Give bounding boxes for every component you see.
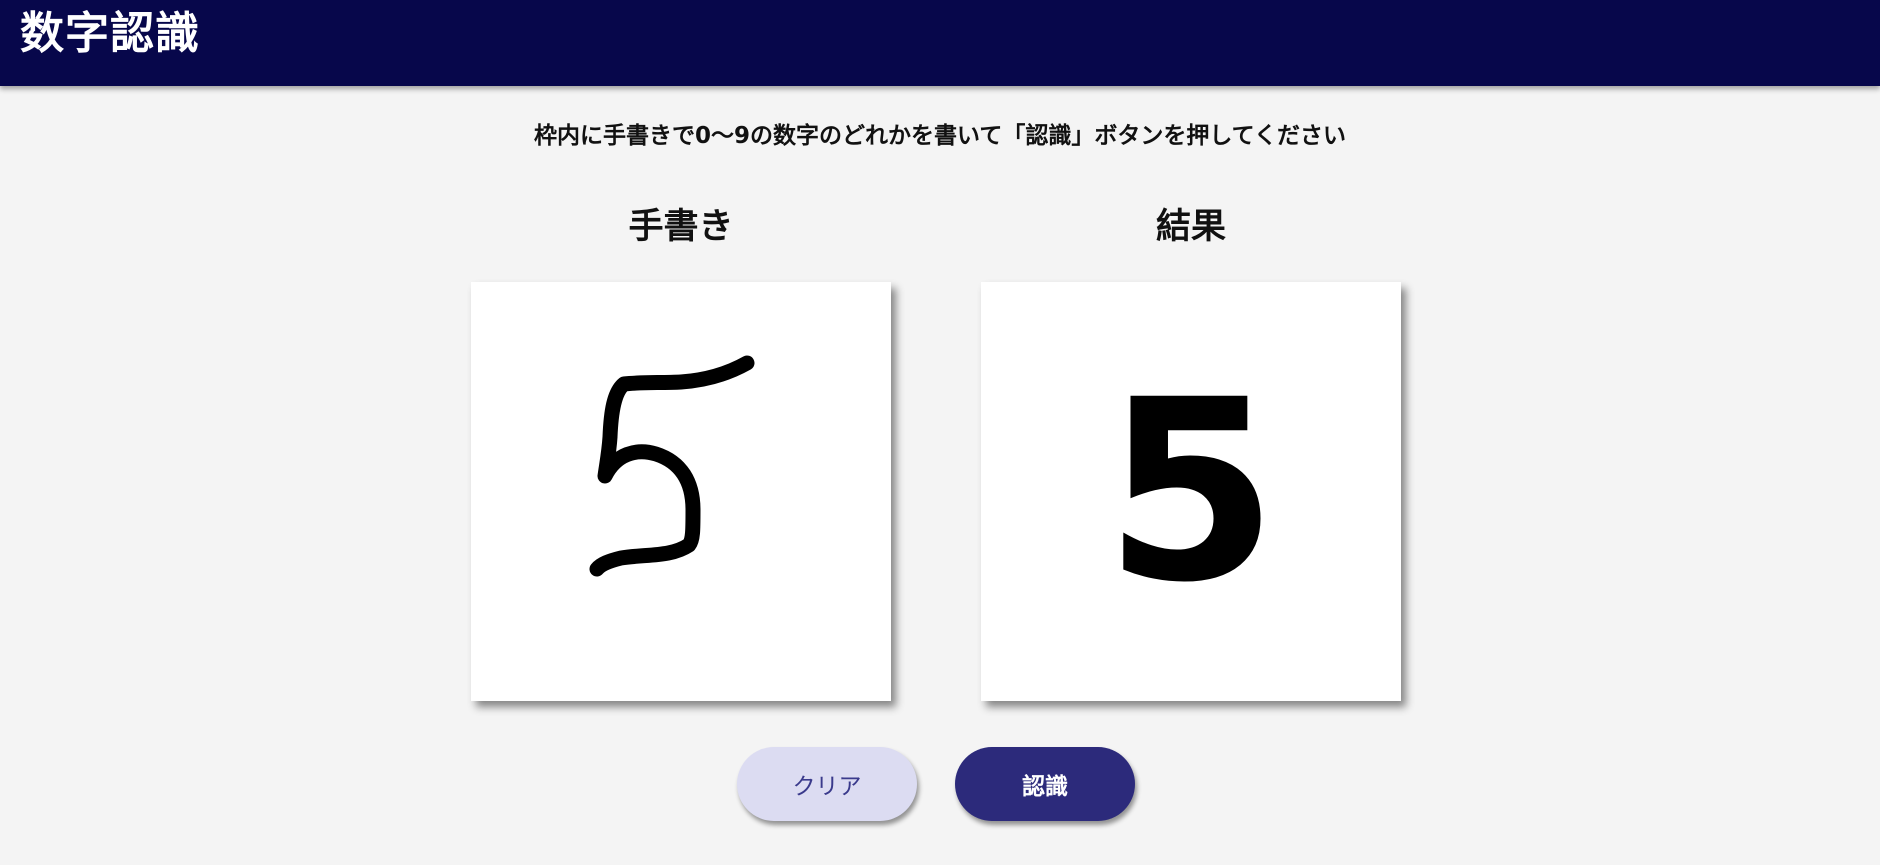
handwritten-stroke <box>589 355 755 577</box>
result-display: 5 <box>981 282 1401 701</box>
handwriting-heading: 手書き <box>628 207 734 247</box>
result-digit: 5 <box>1104 346 1278 637</box>
app-header: 数字認識 <box>0 0 1880 86</box>
recognize-button[interactable]: 認識 <box>955 747 1135 821</box>
clear-button[interactable]: クリア <box>737 747 917 821</box>
app-title: 数字認識 <box>20 8 200 59</box>
drawing-canvas[interactable] <box>471 282 891 701</box>
result-heading: 結果 <box>1155 207 1226 247</box>
instruction-text: 枠内に手書きで0～9の数字のどれかを書いて「認識」ボタンを押してください <box>534 123 1346 149</box>
